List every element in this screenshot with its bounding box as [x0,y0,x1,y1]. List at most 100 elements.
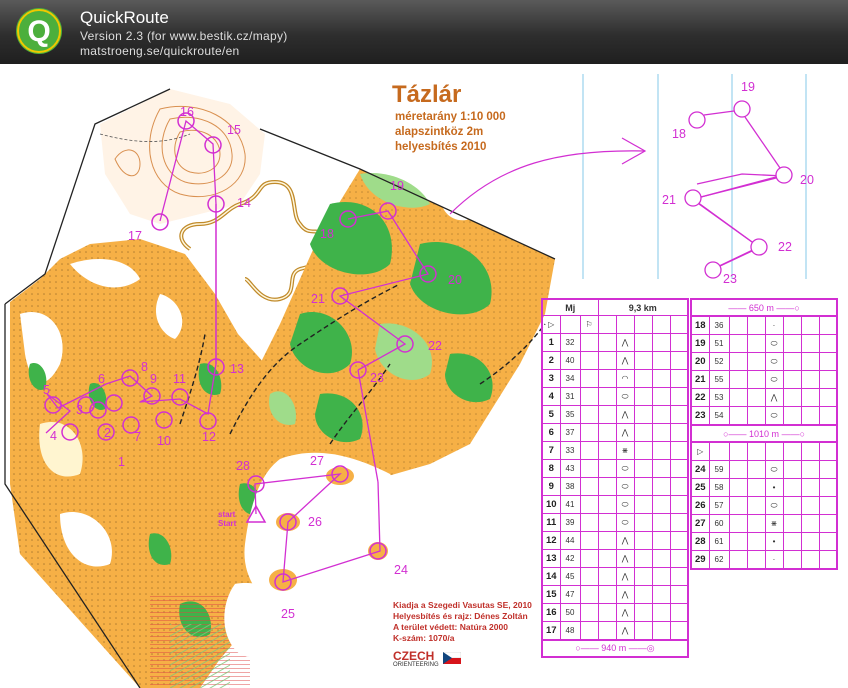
feature-symbol-icon: · [764,550,784,570]
control-order: 17 [541,621,561,641]
map-title: Tázlár [392,81,462,108]
feature-symbol-icon: ⬭ [615,495,635,514]
control-code: 54 [708,406,730,426]
control-number: 5 [43,383,50,397]
feature-symbol-icon: • [764,532,784,551]
feature-symbol-icon: ⋀ [615,567,635,586]
description-row: 17 48 ⋀ [541,621,689,641]
control-order: 15 [541,585,561,604]
feature-symbol-icon: ⬭ [615,459,635,478]
control-order: 28 [690,532,710,551]
control-number: 12 [202,430,216,444]
feature-symbol-icon: ⋀ [615,549,635,568]
feature-symbol-icon: ⬭ [615,513,635,532]
course-name: Mj [541,298,599,316]
control-code: 62 [708,550,730,570]
credit-line: K-szám: 1070/a [393,633,455,643]
leg-marker-1010: ○—— 1010 m ——○ [690,424,838,443]
control-code: 38 [559,477,581,496]
app-url: matstroeng.se/quickroute/en [80,44,240,58]
app-title-bar: Q QuickRoute Version 2.3 (for www.bestik… [0,0,848,64]
control-order: 14 [541,567,561,586]
control-code: 39 [559,513,581,532]
control-code: 44 [559,531,581,550]
feature-symbol-icon: ⋀ [615,405,635,424]
control-order: 13 [541,549,561,568]
control-number: 26 [308,515,322,529]
control-number: 25 [281,607,295,621]
description-row: 19 51 ⬭ [690,334,838,353]
control-order: 27 [690,514,710,533]
feature-symbol-icon: ⋀ [615,333,635,352]
description-row: 29 62 · [690,550,838,570]
description-row: 10 41 ⬭ [541,495,689,514]
logo-letter: Q [27,15,50,48]
control-number: 8 [141,360,148,374]
control-order: 5 [541,405,561,424]
feature-symbol-icon: ⋀ [615,585,635,604]
map-canvas[interactable]: Tázlár méretarány 1:10 000 alapszintköz … [0,64,848,688]
control-number: 14 [237,196,251,210]
control-number: 7 [134,430,141,444]
control-number: 13 [230,362,244,376]
feature-symbol-icon: ⋀ [764,388,784,407]
description-row: 11 39 ⬭ [541,513,689,532]
czech-flag-icon [443,652,461,664]
control-code: 52 [708,352,730,371]
control-order: 1 [541,333,561,352]
control-order: 8 [541,459,561,478]
control-order: 11 [541,513,561,532]
control-order: 23 [690,406,710,426]
control-order: 9 [541,477,561,496]
control-order: 19 [690,334,710,353]
description-row: 18 36 · [690,315,838,335]
inset-course [684,100,793,279]
control-code: 43 [559,459,581,478]
control-order: 26 [690,496,710,515]
map-contour-interval: alapszintköz 2m [395,126,484,138]
feature-symbol-icon: ⋀ [615,621,635,641]
credit-line: A terület védett: Natúra 2000 [393,622,508,632]
description-row: 25 58 • [690,478,838,497]
feature-symbol-icon: ⋀ [615,423,635,442]
quickroute-logo: Q [16,8,62,54]
control-order: 6 [541,423,561,442]
control-order: 3 [541,369,561,388]
description-row: 14 45 ⋀ [541,567,689,586]
map-updated: helyesbítés 2010 [395,141,487,153]
north-lines [582,74,807,279]
feature-symbol-icon: ⬭ [764,334,784,353]
app-version: Version 2.3 (for www.bestik.cz/mapy) [80,29,288,43]
feature-symbol-icon: ⬭ [615,477,635,496]
app-title: QuickRoute [80,8,169,27]
description-row: 12 44 ⋀ [541,531,689,550]
control-order: 2 [541,351,561,370]
inset-control-number: 23 [723,272,737,286]
feature-symbol-icon: ⋀ [615,531,635,550]
description-row: 4 31 ⬭ [541,387,689,406]
course-length: 9,3 km [597,298,689,316]
control-code: 34 [559,369,581,388]
control-code: 58 [708,478,730,497]
feature-symbol-icon: • [764,478,784,497]
feature-symbol-icon: · [764,315,784,335]
control-number: 28 [236,459,250,473]
credit-line: Helyesbítés és rajz: Dénes Zoltán [393,611,528,621]
feature-symbol-icon: ⋀ [615,351,635,370]
control-number: 22 [428,339,442,353]
inset-control-number: 21 [662,193,676,207]
description-row: 26 57 ⬭ [690,496,838,515]
control-order: 16 [541,603,561,622]
description-row: 2 40 ⋀ [541,351,689,370]
control-code: 51 [708,334,730,353]
control-number: 27 [310,454,324,468]
description-row: 22 53 ⋀ [690,388,838,407]
control-code: 37 [559,423,581,442]
control-number: 18 [320,227,334,241]
control-number: 19 [390,179,404,193]
control-number: 4 [50,429,57,443]
control-order: 20 [690,352,710,371]
description-row: 21 55 ⬭ [690,370,838,389]
feature-symbol-icon: ⬭ [764,370,784,389]
control-code: 53 [708,388,730,407]
